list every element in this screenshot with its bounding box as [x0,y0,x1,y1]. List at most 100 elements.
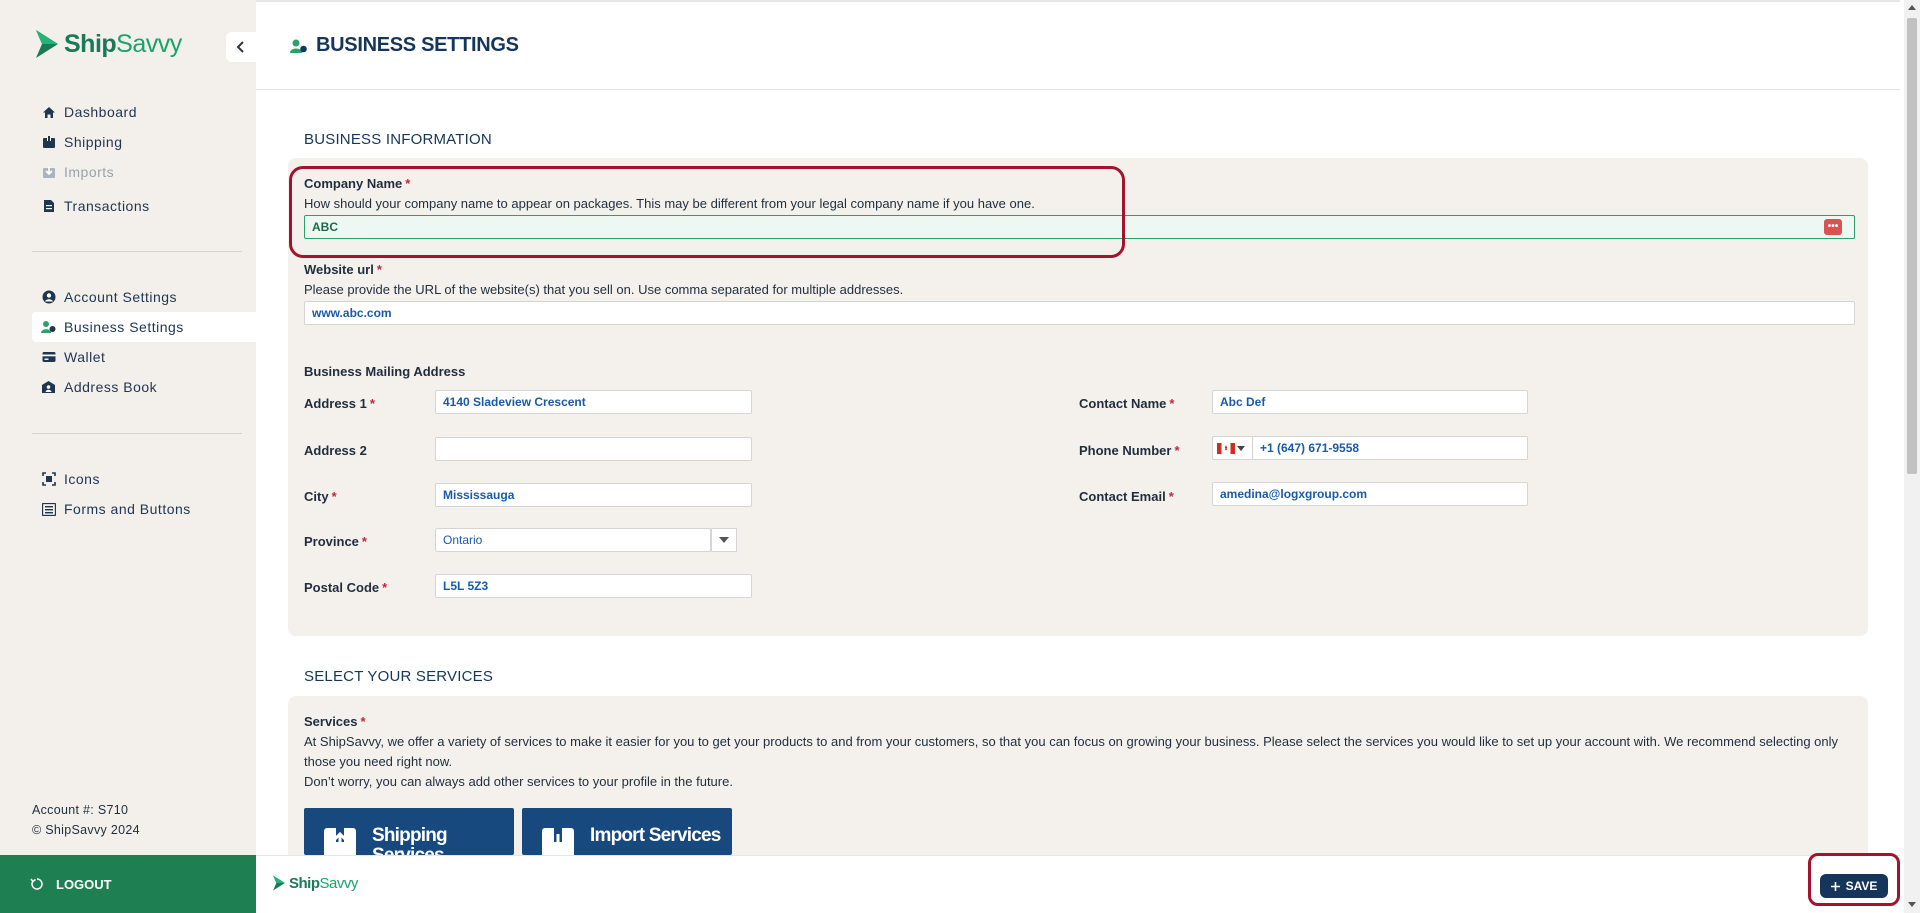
canada-flag-icon [1217,442,1235,454]
shipsavvy-logo-icon [36,30,58,58]
country-code-selector[interactable] [1213,437,1253,459]
footer: ShipSavvy SAVE [256,855,1900,913]
address2-label: Address 2 [304,443,367,458]
website-url-label: Website url * [304,262,382,277]
sidebar-item-label: Transactions [64,198,150,214]
services-description: At ShipSavvy, we offer a variety of serv… [304,732,1844,792]
save-button[interactable]: SAVE [1820,874,1888,898]
nav-settings: Account Settings Business Settings Walle… [32,282,256,402]
services-description-1: At ShipSavvy, we offer a variety of serv… [304,734,1839,769]
postal-code-value: L5L 5Z3 [443,579,489,593]
website-url-input[interactable]: www.abc.com [304,301,1855,325]
sidebar: ShipSavvy Dashboard Shipping Imports Tra… [0,0,256,913]
company-name-label: Company Name * [304,176,411,191]
home-icon [41,105,56,120]
company-name-input[interactable]: ABC ••• [304,215,1855,239]
contact-name-value: Abc Def [1220,395,1266,409]
sidebar-item-business-settings[interactable]: Business Settings [32,312,256,342]
sidebar-item-label: Forms and Buttons [64,501,191,517]
shipsavvy-logo-icon [273,875,285,891]
address2-input[interactable] [435,437,752,461]
section-title-business-information: BUSINESS INFORMATION [304,131,492,148]
contact-name-label: Contact Name * [1079,396,1175,411]
sidebar-item-address-book[interactable]: Address Book [32,372,256,402]
sidebar-item-forms-buttons[interactable]: Forms and Buttons [32,494,256,524]
sidebar-item-dashboard[interactable]: Dashboard [32,97,256,127]
list-icon [41,502,56,517]
city-input[interactable]: Mississauga [435,483,752,507]
nav-divider [32,251,242,252]
brand-name: ShipSavvy [64,29,182,58]
address1-value: 4140 Sladeview Crescent [443,395,586,409]
service-tile-import[interactable]: Import Services [522,808,732,855]
sidebar-item-label: Dashboard [64,104,137,120]
phone-number-label: Phone Number * [1079,443,1180,458]
contact-email-input[interactable]: amedina@logxgroup.com [1212,482,1528,506]
postal-code-input[interactable]: L5L 5Z3 [435,574,752,598]
user-circle-icon [41,290,56,305]
business-users-icon [41,320,56,335]
scroll-down-icon[interactable] [1908,902,1916,907]
nav-main: Dashboard Shipping Imports Transactions [32,97,256,221]
service-tile-label: Shipping Services [372,825,448,856]
footer-logo: ShipSavvy [272,874,358,892]
services-label: Services * [304,714,366,729]
service-tile-label: Import Services [590,825,721,846]
wallet-icon [41,350,56,365]
shipping-box-icon [324,828,356,855]
import-box-icon [542,828,574,855]
more-options-icon[interactable]: ••• [1824,219,1842,235]
province-select[interactable]: Ontario [435,528,711,552]
logout-button[interactable]: LOGOUT [0,855,256,913]
province-label: Province * [304,534,367,549]
sidebar-item-transactions[interactable]: Transactions [32,191,256,221]
nav-divider [32,433,242,434]
sidebar-item-label: Address Book [64,379,158,395]
copyright: © ShipSavvy 2024 [32,823,140,837]
company-name-value: ABC [312,220,338,234]
address1-label: Address 1 * [304,396,375,411]
business-users-icon [290,39,307,53]
scroll-up-icon[interactable] [1908,5,1916,10]
scan-icon [41,472,56,487]
phone-number-input[interactable]: +1 (647) 671-9558 [1212,436,1528,460]
province-value: Ontario [443,533,483,547]
sidebar-item-account-settings[interactable]: Account Settings [32,282,256,312]
website-url-help: Please provide the URL of the website(s)… [304,282,904,297]
chevron-down-icon [719,537,729,543]
section-title-services: SELECT YOUR SERVICES [304,668,494,685]
mailing-address-title: Business Mailing Address [304,364,466,379]
company-name-help: How should your company name to appear o… [304,196,1035,211]
sidebar-item-label: Shipping [64,134,123,150]
scroll-thumb[interactable] [1907,18,1917,474]
sidebar-item-imports[interactable]: Imports [32,157,256,187]
nav-dev: Icons Forms and Buttons [32,464,256,524]
contact-email-value: amedina@logxgroup.com [1220,487,1368,501]
chevron-down-icon [1237,445,1245,451]
sidebar-item-icons[interactable]: Icons [32,464,256,494]
page-header: BUSINESS SETTINGS [256,0,1900,90]
services-description-2: Don’t worry, you can always add other se… [304,774,733,789]
address1-input[interactable]: 4140 Sladeview Crescent [435,390,752,414]
logout-label: LOGOUT [56,876,112,892]
business-info-card: Company Name * How should your company na… [288,158,1868,636]
postal-code-label: Postal Code * [304,580,388,595]
collapse-sidebar-button[interactable] [226,32,256,62]
shipsavvy-logo[interactable]: ShipSavvy [34,28,182,60]
sidebar-item-label: Icons [64,471,100,487]
logout-icon [30,878,43,890]
city-label: City * [304,489,337,504]
page-scrollbar[interactable] [1904,0,1920,913]
city-value: Mississauga [443,488,515,502]
sidebar-item-wallet[interactable]: Wallet [32,342,256,372]
province-dropdown-toggle[interactable] [711,528,737,552]
page-title: BUSINESS SETTINGS [290,34,519,57]
plus-icon [1830,881,1840,891]
service-tile-shipping[interactable]: Shipping Services [304,808,514,855]
contact-name-input[interactable]: Abc Def [1212,390,1528,414]
sidebar-item-label: Business Settings [64,319,184,335]
sidebar-item-shipping[interactable]: Shipping [32,127,256,157]
brand-name: ShipSavvy [289,874,358,892]
account-info: Account #: S710 © ShipSavvy 2024 [32,800,140,840]
contact-email-label: Contact Email * [1079,489,1174,504]
